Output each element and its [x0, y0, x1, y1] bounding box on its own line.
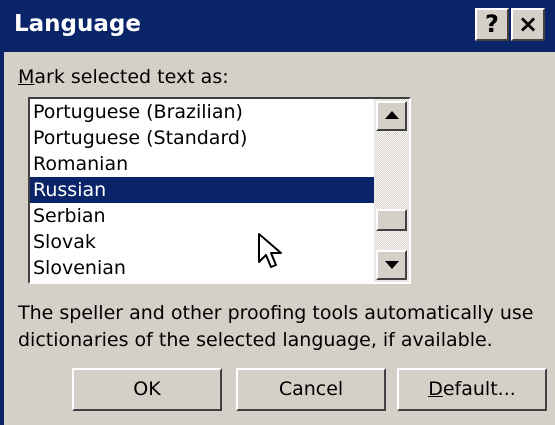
help-button[interactable]: ? — [475, 8, 509, 41]
default-accelerator: D — [428, 378, 443, 400]
language-listbox[interactable]: Portuguese (Brazilian) Portuguese (Standa… — [28, 97, 411, 284]
scroll-up-button[interactable] — [376, 101, 407, 131]
language-item[interactable]: Serbian — [30, 203, 374, 229]
default-label: efault... — [442, 378, 516, 400]
mark-as-accelerator: M — [18, 66, 35, 88]
dialog-title: Language — [14, 11, 141, 37]
language-item[interactable]: Romanian — [30, 151, 374, 177]
language-list: Portuguese (Brazilian) Portuguese (Standa… — [30, 99, 374, 281]
language-item[interactable]: Portuguese (Brazilian) — [30, 99, 374, 125]
language-item[interactable]: Slovak — [30, 229, 374, 255]
default-button[interactable]: Default... — [397, 368, 547, 411]
scroll-down-button[interactable] — [376, 250, 407, 280]
mark-as-label-text: ark selected text as: — [34, 66, 229, 88]
language-item[interactable]: Slovenian — [30, 255, 374, 281]
title-bar: Language ? × — [4, 0, 555, 52]
cancel-button[interactable]: Cancel — [236, 368, 386, 411]
ok-button[interactable]: OK — [72, 368, 222, 411]
info-text: The speller and other proofing tools aut… — [18, 302, 534, 351]
language-item[interactable]: Russian — [30, 177, 374, 203]
close-icon: × — [517, 10, 539, 38]
arrow-up-icon — [385, 111, 399, 119]
listbox-scrollbar[interactable] — [374, 99, 409, 282]
language-item[interactable]: Portuguese (Standard) — [30, 125, 374, 151]
arrow-down-icon — [385, 261, 399, 269]
scroll-thumb[interactable] — [376, 209, 407, 231]
mark-as-label: Mark selected text as: — [18, 66, 229, 88]
mouse-pointer-icon — [258, 233, 282, 268]
language-dialog: Language ? × Mark selected text as: Port… — [0, 0, 555, 425]
close-button[interactable]: × — [511, 8, 545, 41]
